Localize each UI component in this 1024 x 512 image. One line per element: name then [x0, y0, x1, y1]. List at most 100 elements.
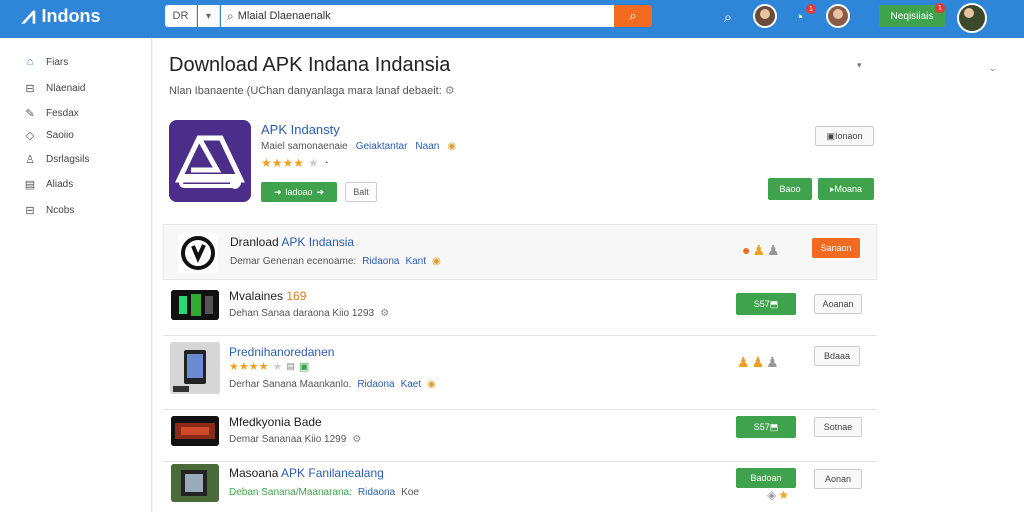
list-item-title[interactable]: Dranload APK Indansia	[230, 235, 354, 249]
row-action-button[interactable]: Sotnae	[814, 417, 862, 437]
download-button[interactable]: S57 ⬒	[736, 416, 796, 438]
tools-icon: ✎	[25, 107, 35, 120]
sidebar-item-book[interactable]: ▤ Aliads	[24, 176, 73, 192]
sidebar-item-user[interactable]: ♙ Dsrlagsils	[24, 151, 89, 167]
featured-app: APK Indansty Maiel samonaenaie Geiaktant…	[163, 112, 877, 218]
sidebar: ⌂ Fiars ⊟ Nlaenaid ✎ Fesdax ◇ Saoiio ♙ D…	[0, 38, 152, 512]
version-button[interactable]: Balt	[345, 182, 377, 202]
desc-link-tail[interactable]: Kaet	[401, 379, 422, 390]
list-item-title[interactable]: Mfedkyonia Bade	[229, 415, 322, 429]
search-button[interactable]: ⌕	[614, 5, 652, 27]
download-icon: ⊟	[25, 82, 35, 95]
desc-link-tail[interactable]: Kant	[405, 256, 426, 267]
sidebar-item-tools[interactable]: ✎ Fesdax	[24, 105, 79, 121]
desc-text: Dehan Sanaa daraona Kiio 1293	[229, 308, 375, 319]
search-icon: ⌕	[629, 8, 637, 23]
title-accent: Prednihanoredanen	[229, 345, 335, 359]
share-icon[interactable]: ◔	[323, 158, 329, 169]
settings-icon: ⚙	[380, 308, 390, 319]
chevron-down-icon[interactable]: ⌄	[989, 63, 997, 74]
sidebar-item-label: Ncobs	[46, 204, 75, 216]
title-text: Dranload	[230, 235, 282, 249]
app-thumbnail	[171, 290, 219, 320]
star-icon: ★	[778, 488, 789, 502]
list-item-desc: Demar Genenan ecenoame: Ridaona Kant ◉	[230, 256, 441, 267]
list-item[interactable]: Mvalaines 169 Dehan Sanaa daraona Kiio 1…	[163, 282, 877, 336]
search-scope-label[interactable]: DR	[165, 5, 197, 27]
sidebar-item-label: Saoiio	[46, 129, 74, 141]
list-item-title[interactable]: Mvalaines 169	[229, 289, 306, 303]
app-meta: Maiel samonaenaie Geiaktantar Naan ◉	[261, 141, 456, 152]
list-item[interactable]: Masoana APK Fanilanealang Deban Sanana/M…	[163, 460, 877, 512]
info-icon: ▣	[826, 130, 835, 141]
app-category-link[interactable]: Geiaktantar	[356, 141, 408, 152]
list-item[interactable]: Prednihanoredanen ★★★★ ★ ▤ ▣ Derhar Sanan…	[163, 338, 877, 410]
site-logo[interactable]: ⩘ Indons	[22, 3, 101, 29]
location-pin-icon: ◉	[447, 141, 457, 152]
app-meta-text: Maiel samonaenaie	[261, 141, 348, 152]
list-item[interactable]: Mfedkyonia Bade Demar Sananaa Kiio 1299 …	[163, 408, 877, 462]
person-icon: ♟	[737, 354, 750, 370]
star-icon: ★★★★	[229, 361, 269, 373]
row-action-button[interactable]: Bdaaa	[814, 346, 860, 366]
gear-icon[interactable]: ⚙	[445, 85, 455, 97]
download-icon: ⬒	[769, 298, 779, 309]
list-item-title[interactable]: Masoana APK Fanilanealang	[229, 466, 384, 480]
app-more-link[interactable]: Naan	[415, 141, 439, 152]
title-text: Mfedkyonia Bade	[229, 415, 322, 429]
sidebar-item-home[interactable]: ⌂ Fiars	[24, 54, 69, 70]
info-button[interactable]: ▣ Ionaon	[815, 126, 874, 146]
badge-icon: ◈	[767, 488, 777, 502]
title-number: 169	[286, 289, 307, 303]
notification-badge: 1	[935, 3, 945, 13]
sidebar-item-news[interactable]: ⊟ Ncobs	[24, 202, 74, 218]
reaction-icons: ● ♟ ♟	[742, 242, 780, 259]
list-item-title[interactable]: Prednihanoredanen	[229, 345, 334, 359]
list-item-desc: Deban Sanana/Maanarana: Ridaona Koe	[229, 487, 419, 498]
sidebar-item-label: Nlaenaid	[46, 82, 86, 94]
primary-action-button[interactable]: Baoo	[768, 178, 812, 200]
tag-icon: ◇	[25, 129, 35, 142]
reaction-icons: ◈ ★	[767, 488, 789, 502]
location-pin-icon: ◉	[432, 256, 441, 267]
person-icon: ♟	[766, 354, 779, 370]
star-rating: ★★★★ ★ ▤ ▣	[229, 360, 309, 373]
row-action-button[interactable]: Sanaon	[812, 238, 860, 258]
app-name[interactable]: APK Indansty	[261, 122, 340, 137]
secondary-action-button[interactable]: ▸ Moana	[818, 178, 874, 200]
star-half-icon: ★	[308, 156, 319, 170]
apk-logo-icon	[169, 120, 251, 202]
avatar[interactable]	[753, 4, 777, 28]
chevron-down-icon[interactable]: ▾	[857, 60, 862, 71]
app-thumbnail	[171, 464, 219, 502]
search-icon[interactable]: ⌕	[717, 6, 739, 28]
list-item[interactable]: Dranload APK Indansia Demar Genenan ecen…	[163, 224, 877, 280]
sidebar-item-download[interactable]: ⊟ Nlaenaid	[24, 80, 85, 96]
android-icon: ▣	[298, 361, 310, 373]
list-item-desc: Derhar Sanana Maankanlo. Ridaona Kaet ◉	[229, 379, 436, 390]
desc-link[interactable]: Ridaona	[358, 487, 395, 498]
row-action-button[interactable]: Aonan	[814, 469, 862, 489]
phone-screens-icon	[171, 290, 219, 320]
download-button-label: S57	[753, 299, 770, 309]
download-icon: ⬒	[769, 421, 779, 432]
sidebar-item-label: Aliads	[46, 178, 74, 190]
chevron-down-icon[interactable]: ▾	[198, 5, 220, 27]
desc-link[interactable]: Ridaona	[357, 379, 394, 390]
search-input[interactable]	[237, 10, 598, 22]
info-button-label: Ionaon	[834, 131, 863, 141]
sidebar-item-label: Fesdax	[46, 107, 79, 119]
tablet-icon	[170, 342, 220, 394]
user-icon: ♙	[25, 153, 35, 166]
sidebar-item-tag[interactable]: ◇ Saoiio	[24, 127, 74, 143]
download-button[interactable]: ➜ ladoao ➜	[261, 182, 337, 202]
star-rating: ★★★★ ★ ◔	[261, 156, 329, 170]
user-avatar[interactable]	[957, 3, 987, 33]
row-action-button[interactable]: Aoanan	[814, 294, 862, 314]
desc-link-tail[interactable]: Koe	[401, 487, 419, 498]
title-text: Mvalaines	[229, 289, 287, 303]
avatar[interactable]	[826, 4, 850, 28]
desc-link[interactable]: Ridaona	[362, 256, 399, 267]
download-button[interactable]: S57 ⬒	[736, 293, 796, 315]
download-button[interactable]: Badoan	[736, 468, 796, 488]
